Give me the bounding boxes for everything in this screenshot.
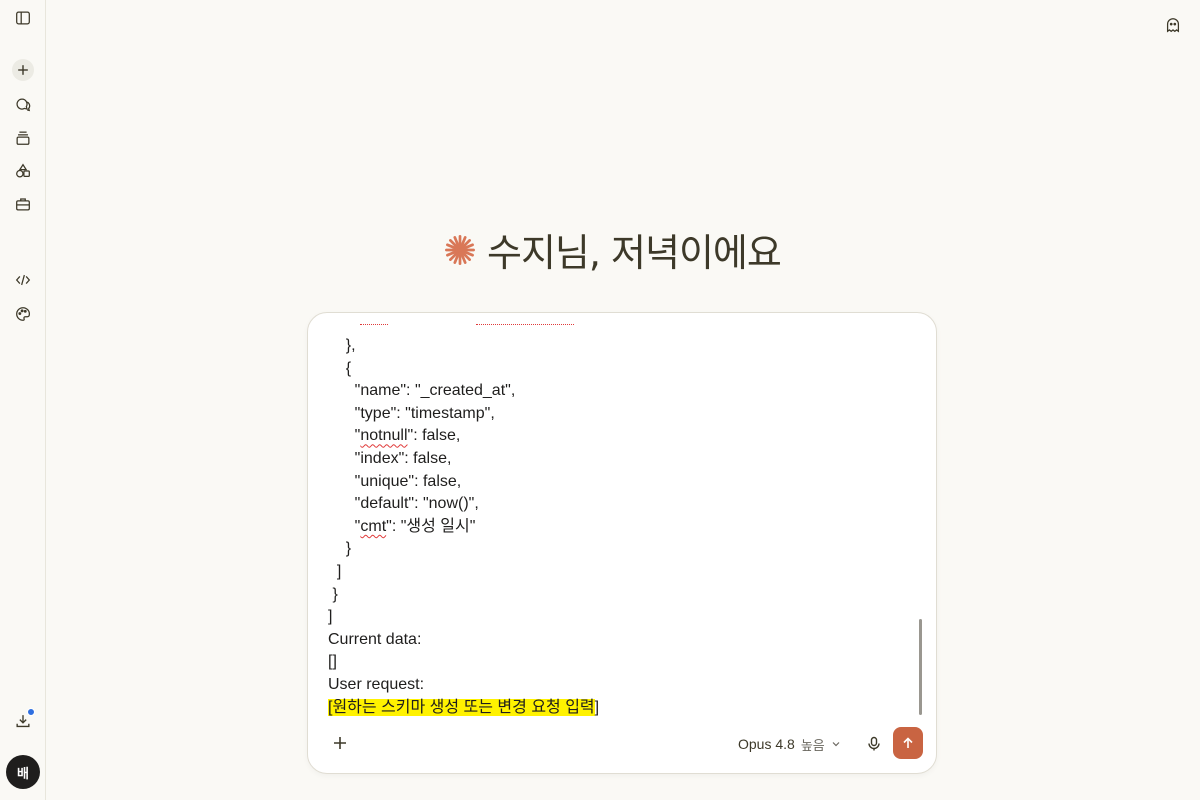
- chevron-down-icon: [832, 742, 840, 747]
- spark-icon: [445, 234, 475, 265]
- toolkit-icon: [16, 198, 30, 211]
- code-line: Current data:: [328, 630, 422, 648]
- code-line-cmt: "cmt": "생성 일시": [328, 517, 476, 535]
- notification-dot: [27, 708, 35, 716]
- code-line: }: [328, 540, 352, 558]
- mic-icon: [868, 736, 880, 751]
- projects-icon: [16, 131, 30, 145]
- code-line: ]: [328, 608, 333, 626]
- code-line-notnull: "notnull": false,: [328, 427, 461, 445]
- composer: }, { "name": "_created_at", "type": "tim…: [307, 312, 937, 774]
- code-line: "index": false,: [328, 449, 452, 467]
- chats-icon: [16, 98, 31, 112]
- code-line: ]: [328, 562, 342, 580]
- new-chat-button[interactable]: [12, 59, 34, 81]
- sidebar-toggle-icon: [16, 11, 30, 25]
- voice-input-button[interactable]: [862, 732, 886, 756]
- artifacts-icon: [16, 163, 30, 178]
- code-line: []: [328, 653, 337, 671]
- artifacts-button[interactable]: [9, 157, 37, 185]
- model-selector[interactable]: Opus 4.8 높음: [738, 733, 841, 755]
- model-name: Opus 4.8: [738, 736, 795, 752]
- request-close-bracket: ]: [594, 698, 600, 716]
- code-line: },: [328, 337, 356, 354]
- code-line: }: [328, 585, 338, 603]
- ghost-icon: [1166, 18, 1180, 33]
- send-button[interactable]: [893, 727, 923, 759]
- incognito-button[interactable]: [1162, 14, 1184, 36]
- projects-button[interactable]: [9, 124, 37, 152]
- greeting: 수지님, 저녁이에요: [443, 222, 782, 277]
- palette-button[interactable]: [9, 300, 37, 328]
- palette-icon: [16, 307, 30, 321]
- effort-level: 높음: [800, 737, 825, 753]
- avatar-initial: 배: [17, 765, 29, 781]
- code-line: User request:: [328, 675, 425, 693]
- request-line: [원하는 스키마 생성 또는 변경 요청 입력]: [328, 697, 908, 720]
- code-line: "name": "_created_at",: [328, 382, 516, 400]
- chats-button[interactable]: [9, 91, 37, 119]
- arrow-up-icon: [903, 737, 913, 748]
- message-input[interactable]: }, { "name": "_created_at", "type": "tim…: [328, 321, 908, 721]
- editor-scrollbar[interactable]: [919, 619, 922, 715]
- avatar[interactable]: 배: [6, 755, 40, 789]
- code-line: {: [328, 359, 352, 377]
- add-attachment-button[interactable]: [328, 731, 352, 755]
- download-button[interactable]: [9, 707, 37, 735]
- greeting-text: 수지님, 저녁이에요: [487, 231, 782, 275]
- code-line: "default": "now()",: [328, 495, 479, 513]
- new-chat-icon: [18, 65, 28, 75]
- request-placeholder: 원하는 스키마 생성 또는 변경 요청 입력: [332, 698, 595, 716]
- toolkit-button[interactable]: [9, 190, 37, 218]
- plus-icon: [334, 737, 346, 749]
- code-button[interactable]: [9, 266, 37, 294]
- sidebar: 배: [0, 0, 46, 800]
- code-line: "type": "timestamp",: [328, 404, 495, 422]
- code-line: "unique": false,: [328, 472, 462, 490]
- clipped-line: [328, 321, 908, 335]
- code-icon: [15, 274, 31, 286]
- sidebar-toggle-button[interactable]: [9, 4, 37, 32]
